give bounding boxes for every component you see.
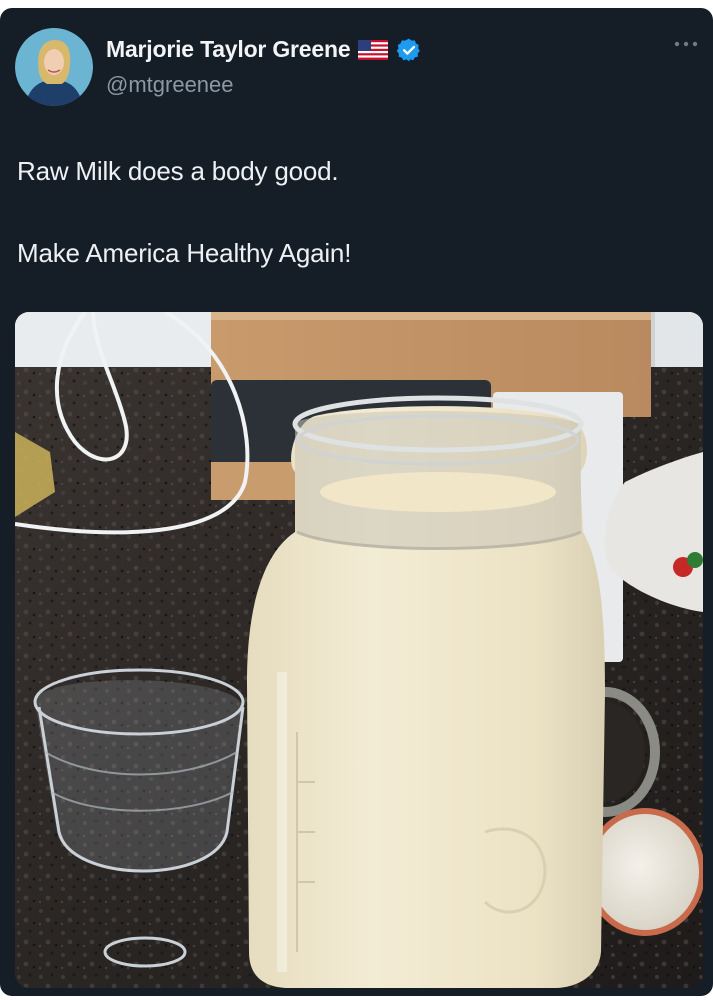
tweet-text-line-1: Raw Milk does a body good.	[17, 156, 339, 186]
avatar[interactable]	[15, 28, 93, 106]
tweet-card: Marjorie Taylor Greene @mtgreenee Raw Mi…	[0, 8, 713, 996]
avatar-image	[15, 28, 93, 106]
more-dots-icon	[674, 41, 698, 47]
author-handle[interactable]: @mtgreenee	[106, 72, 234, 98]
author-row: Marjorie Taylor Greene	[106, 36, 422, 63]
more-options-button[interactable]	[671, 34, 701, 54]
photo-milk-jar	[15, 312, 703, 988]
tweet-photo[interactable]	[15, 312, 703, 988]
tweet-text-line-2: Make America Healthy Again!	[17, 238, 352, 268]
us-flag-icon	[358, 39, 389, 60]
author-name[interactable]: Marjorie Taylor Greene	[106, 36, 351, 63]
verified-badge-icon	[397, 38, 421, 61]
